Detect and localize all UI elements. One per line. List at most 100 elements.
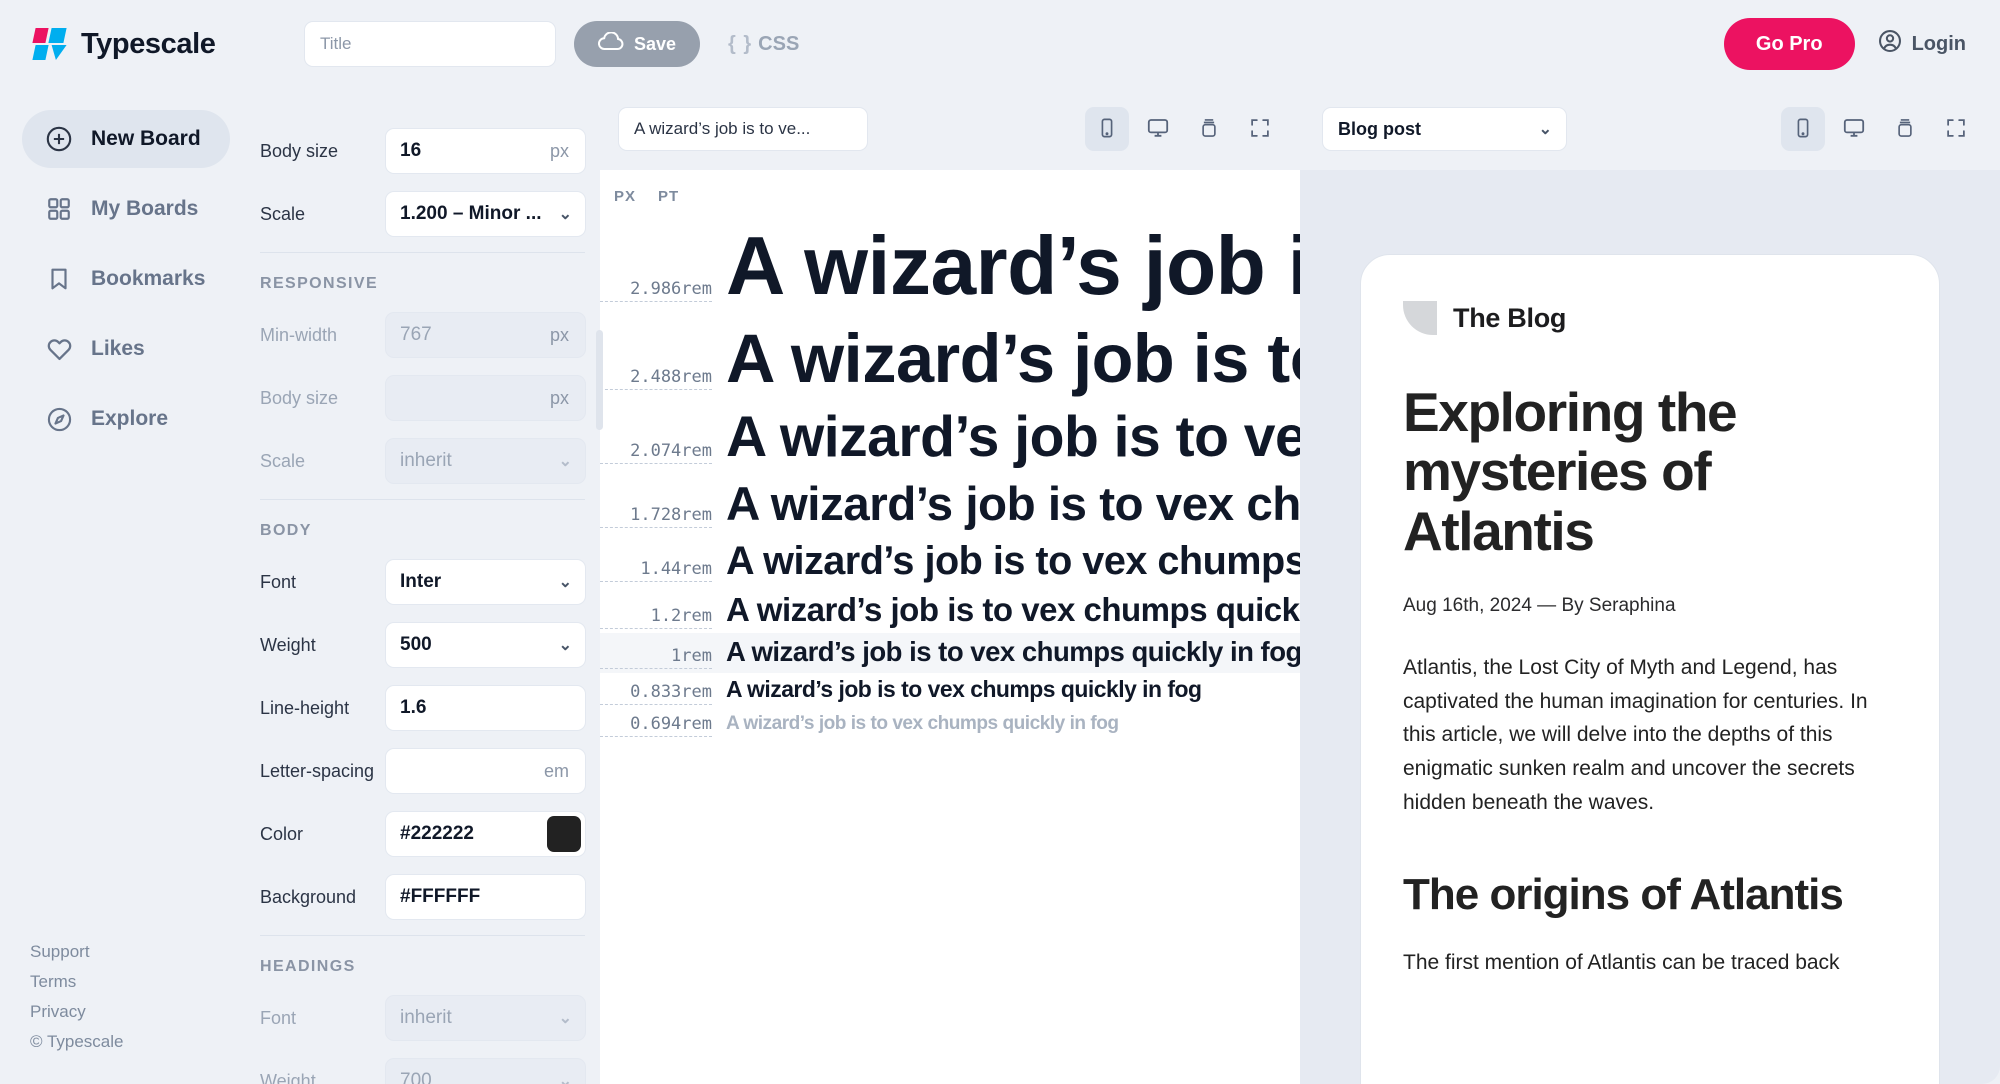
bookmark-icon	[44, 264, 74, 294]
fullscreen-button[interactable]	[1238, 107, 1282, 151]
type-scale-size-label[interactable]: 0.694rem	[600, 714, 712, 738]
footer-link-copyright[interactable]: © Typescale	[30, 1032, 123, 1052]
type-scale-size-label[interactable]: 1.44rem	[600, 559, 712, 582]
heading-weight-select[interactable]: 700 ⌄	[385, 1058, 586, 1084]
template-select-value: Blog post	[1338, 118, 1421, 139]
responsive-body-size-input[interactable]: px	[385, 375, 586, 421]
brand-logo[interactable]: Typescale	[32, 28, 274, 61]
braces-icon: { }	[728, 32, 753, 55]
responsive-scale-select[interactable]: inherit ⌄	[385, 438, 586, 484]
setting-label: Min-width	[260, 324, 338, 345]
preview-stack-view-button[interactable]	[1883, 107, 1927, 151]
setting-label: Weight	[260, 634, 316, 655]
setting-label: Color	[260, 823, 304, 844]
sidebar-item-explore[interactable]: Explore	[22, 390, 230, 448]
blog-logo-icon	[1403, 301, 1437, 335]
type-scale-size-label[interactable]: 1rem	[600, 646, 712, 670]
type-scale-size-label[interactable]: 2.986rem	[600, 279, 712, 302]
type-scale-row[interactable]: 2.488rem A wizard’s job is to vex chumps …	[600, 317, 1300, 402]
type-scale-sample-text: A wizard’s job is to vex chumps quickly …	[726, 591, 1300, 629]
footer-link-terms[interactable]: Terms	[30, 972, 123, 992]
preview-view-buttons	[1781, 107, 1978, 151]
body-size-input[interactable]: 16 px	[385, 128, 586, 174]
setting-row-responsive-body-size: Body size px	[260, 370, 600, 426]
type-scale-sample-text: A wizard’s job is to vex chumps quickly …	[726, 713, 1119, 735]
save-button-label: Save	[634, 33, 677, 54]
setting-row-heading-font: Font inherit ⌄	[260, 990, 600, 1046]
blog-site-name: The Blog	[1453, 302, 1567, 333]
type-scale-size-label[interactable]: 0.833rem	[600, 682, 712, 706]
stack-view-button[interactable]	[1187, 107, 1231, 151]
board-title-input[interactable]	[304, 21, 556, 67]
color-swatch[interactable]	[547, 816, 581, 852]
css-button[interactable]: { } CSS	[728, 33, 799, 56]
min-width-input[interactable]: 767 px	[385, 312, 586, 358]
letter-spacing-input[interactable]: em	[385, 748, 586, 794]
save-button[interactable]: Save	[574, 21, 701, 67]
chevron-down-icon: ⌄	[558, 1010, 572, 1027]
settings-divider-3	[260, 935, 585, 936]
preview-mobile-view-button[interactable]	[1781, 107, 1825, 151]
unit-pt[interactable]: PT	[658, 188, 679, 205]
scale-select[interactable]: 1.200 – Minor ... ⌄	[385, 191, 586, 237]
heading-font-select[interactable]: inherit ⌄	[385, 995, 586, 1041]
type-scale-row[interactable]: 0.694rem A wizard’s job is to vex chumps …	[600, 709, 1300, 741]
mobile-icon	[1096, 117, 1118, 142]
type-scale-size-label[interactable]: 2.488rem	[600, 367, 712, 391]
type-scale-canvas: PX PT 2.986rem A wizard’s job is to vex c…	[600, 170, 1300, 1084]
type-scale-size-label[interactable]: 1.728rem	[600, 505, 712, 528]
scale-scrollbar[interactable]	[596, 330, 603, 430]
field-value: #222222	[400, 823, 474, 844]
footer-link-support[interactable]: Support	[30, 942, 123, 962]
preview-desktop-view-button[interactable]	[1832, 107, 1876, 151]
field-value: #FFFFFF	[400, 886, 481, 907]
line-height-input[interactable]: 1.6	[385, 685, 586, 731]
background-swatch[interactable]	[547, 879, 581, 915]
type-scale-size-label[interactable]: 1.2rem	[600, 606, 712, 630]
type-scale-row[interactable]: 1.44rem A wizard’s job is to vex chumps q…	[600, 535, 1300, 587]
preview-stage: The Blog Exploring the mysteries of Atla…	[1300, 170, 2000, 1084]
post-body: Atlantis, the Lost City of Myth and Lege…	[1403, 656, 1868, 814]
sidebar-item-bookmarks[interactable]: Bookmarks	[22, 250, 230, 308]
sidebar-item-label: New Board	[91, 127, 201, 150]
background-color-input[interactable]: #FFFFFF	[385, 874, 586, 920]
type-scale-size-label[interactable]: 2.074rem	[600, 441, 712, 464]
body-font-select[interactable]: Inter ⌄	[385, 559, 586, 605]
login-button[interactable]: Login	[1877, 28, 1966, 60]
footer-link-privacy[interactable]: Privacy	[30, 1002, 123, 1022]
sidebar-item-my-boards[interactable]: My Boards	[22, 180, 230, 238]
type-scale-row[interactable]: 0.833rem A wizard’s job is to vex chumps …	[600, 673, 1300, 709]
field-unit: em	[543, 760, 569, 781]
post-section-body: The first mention of Atlantis can be tra…	[1403, 950, 1840, 974]
mobile-icon	[1792, 117, 1814, 142]
preview-panel: Blog post ⌄ The Blog Exploring the myste…	[1300, 88, 2000, 1084]
setting-row-body-size: Body size 16 px	[260, 123, 600, 179]
cloud-icon	[598, 31, 624, 56]
unit-px[interactable]: PX	[614, 188, 636, 205]
mobile-view-button[interactable]	[1085, 107, 1129, 151]
type-scale-row[interactable]: 2.986rem A wizard’s job is to vex chumps …	[600, 217, 1300, 317]
go-pro-button[interactable]: Go Pro	[1723, 18, 1855, 70]
desktop-view-button[interactable]	[1136, 107, 1180, 151]
type-scale-sample-text: A wizard’s job is to vex chumps quickly …	[726, 221, 1300, 312]
body-weight-select[interactable]: 500 ⌄	[385, 622, 586, 668]
section-heading-headings: HEADINGS	[260, 958, 356, 975]
type-scale-row[interactable]: 1rem A wizard’s job is to vex chumps quic…	[600, 633, 1300, 674]
template-select[interactable]: Blog post ⌄	[1322, 107, 1567, 151]
setting-label: Scale	[260, 450, 306, 471]
user-circle-icon	[1877, 28, 1903, 60]
setting-row-body-font: Font Inter ⌄	[260, 554, 600, 610]
field-value: 16	[400, 140, 422, 161]
type-scale-row[interactable]: 1.2rem A wizard’s job is to vex chumps qu…	[600, 587, 1300, 633]
type-scale-row[interactable]: 1.728rem A wizard’s job is to vex chumps …	[600, 474, 1300, 535]
sidebar-item-new-board[interactable]: New Board	[22, 110, 230, 168]
body-color-input[interactable]: #222222	[385, 811, 586, 857]
css-button-label: CSS	[758, 32, 800, 55]
field-value: Inter	[400, 571, 442, 592]
sidebar-item-likes[interactable]: Likes	[22, 320, 230, 378]
preview-fullscreen-button[interactable]	[1934, 107, 1978, 151]
setting-label: Body size	[260, 387, 339, 408]
sample-text-input[interactable]	[618, 107, 868, 151]
unit-toggle: PX PT	[600, 170, 1300, 205]
type-scale-row[interactable]: 2.074rem A wizard’s job is to vex chumps …	[600, 402, 1300, 474]
